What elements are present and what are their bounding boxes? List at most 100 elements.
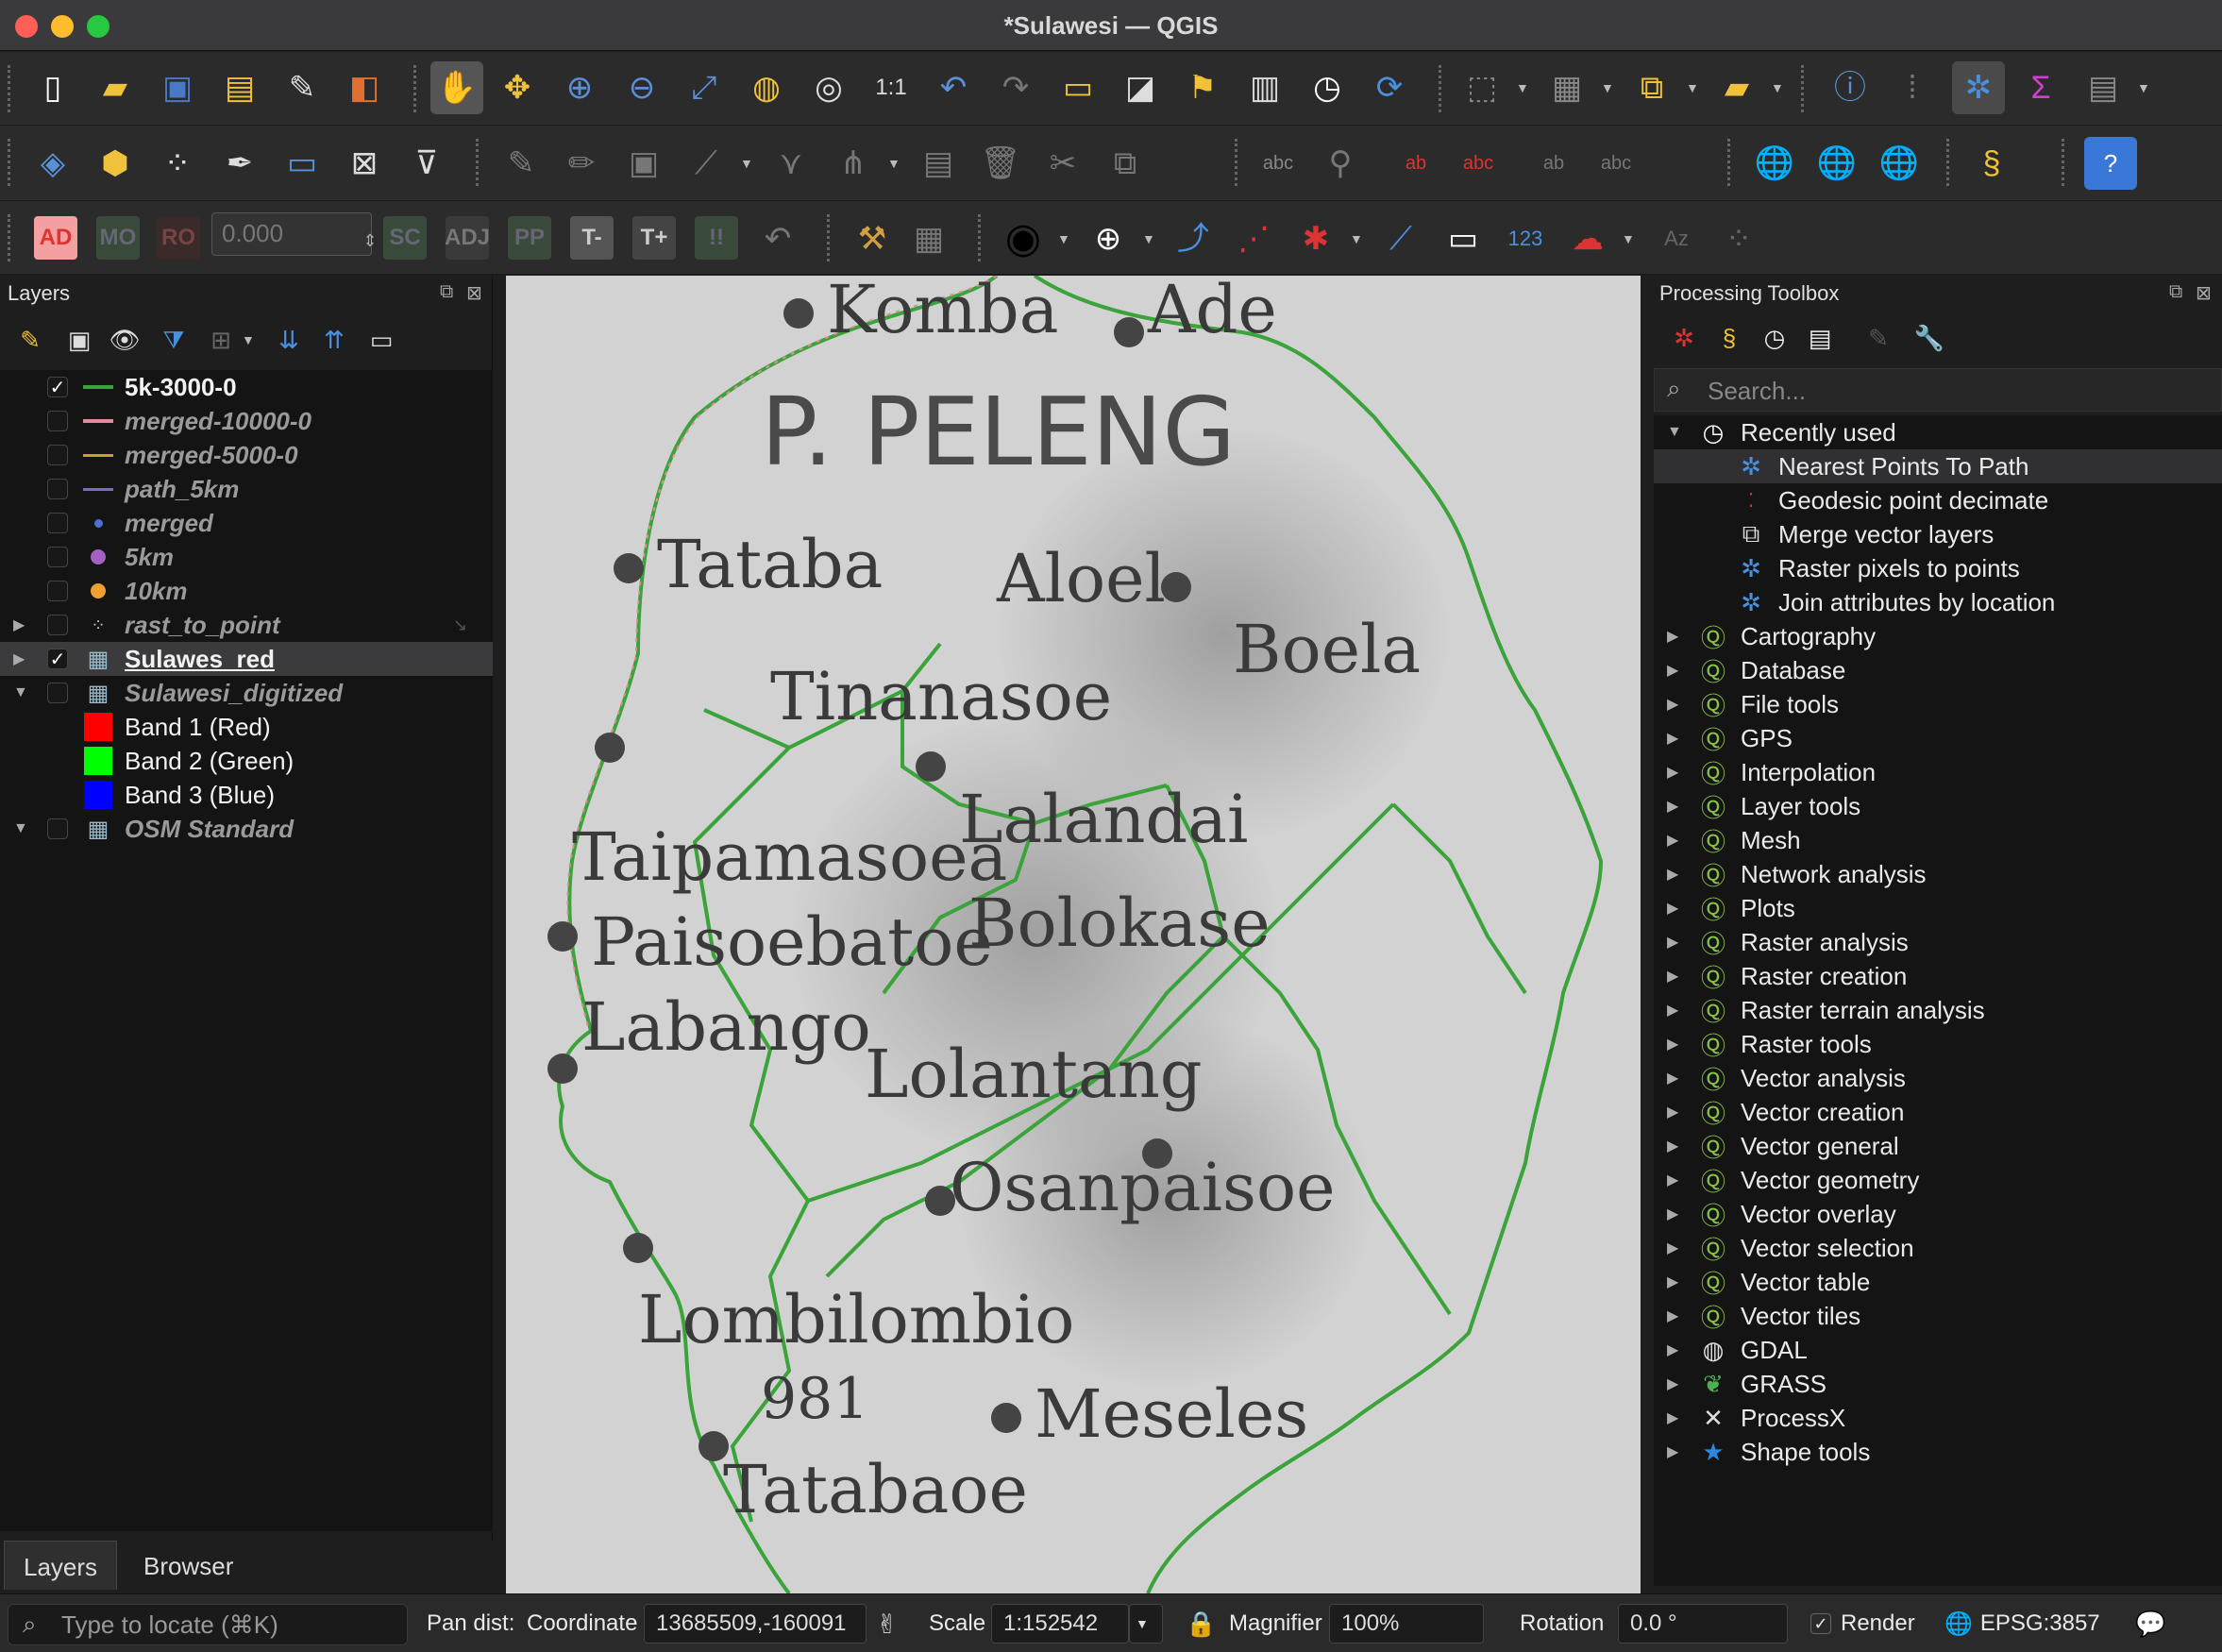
toolbar-grip[interactable] bbox=[1946, 139, 1952, 186]
expand-arrow-icon[interactable]: ▶ bbox=[1667, 967, 1678, 986]
statistics-sum-icon[interactable]: Σ bbox=[2014, 61, 2067, 114]
toolbar-grip[interactable] bbox=[1801, 65, 1807, 112]
rotation-field[interactable]: 0.0 ° bbox=[1618, 1604, 1788, 1644]
toolbar-grip[interactable] bbox=[1439, 65, 1444, 112]
panel-close-icon[interactable]: ⊠ bbox=[2196, 281, 2212, 305]
zoom-last-icon[interactable]: ↶ bbox=[927, 61, 980, 114]
points-line-icon[interactable]: ⋰ bbox=[1227, 212, 1280, 265]
select-features-icon[interactable]: ▰ bbox=[1710, 61, 1763, 114]
chevron-down-icon[interactable]: ▼ bbox=[740, 156, 753, 171]
pan-to-selection-icon[interactable]: ✥ bbox=[491, 61, 544, 114]
ruler-icon[interactable]: ▭ bbox=[1437, 212, 1490, 265]
crs-button[interactable]: 🌐 EPSG:3857 bbox=[1944, 1594, 2100, 1652]
provider-group[interactable]: ▶ Ⓠ Vector geometry bbox=[1654, 1163, 2222, 1197]
provider-group[interactable]: ▶ Ⓠ Vector overlay bbox=[1654, 1197, 2222, 1231]
toolbar-grip[interactable] bbox=[476, 139, 481, 186]
render-checkbox[interactable]: ✓ Render bbox=[1810, 1594, 1915, 1652]
algorithm-item[interactable]: ✲ Nearest Points To Path bbox=[1654, 449, 2222, 483]
film-icon[interactable]: ▦ bbox=[902, 212, 955, 265]
provider-group[interactable]: ▶ Ⓠ Vector creation bbox=[1654, 1095, 2222, 1129]
layer-row-10km[interactable]: 10km bbox=[0, 574, 493, 608]
snapping-toggle-icon[interactable]: SC bbox=[383, 216, 427, 260]
toggle-editing-icon[interactable]: ✏ bbox=[555, 137, 608, 190]
layer-visibility-checkbox[interactable] bbox=[47, 513, 68, 533]
expand-arrow-icon[interactable]: ▶ bbox=[13, 615, 25, 634]
layer-row-merged[interactable]: merged bbox=[0, 506, 493, 540]
deselect-features-icon[interactable]: ⧉ bbox=[1625, 61, 1678, 114]
layer-row-sulawes-red[interactable]: ▶ ✓ ▦ Sulawes_red bbox=[0, 642, 493, 676]
expand-arrow-icon[interactable]: ▶ bbox=[1667, 1374, 1678, 1393]
new-map-view-icon[interactable]: ▭ bbox=[1052, 61, 1104, 114]
locator-search-input[interactable]: Type to locate (⌘K) bbox=[8, 1604, 408, 1645]
parallel-icon[interactable]: !! bbox=[695, 216, 738, 260]
filter-legend-icon[interactable]: ⧩ bbox=[153, 319, 194, 361]
remove-layer-icon[interactable]: ▭ bbox=[361, 319, 402, 361]
label-tool-icon[interactable]: abc bbox=[1252, 137, 1305, 190]
georeferencer-icon[interactable]: ⚒ bbox=[846, 212, 899, 265]
crosshair-icon[interactable]: ⊕ bbox=[1082, 212, 1135, 265]
new-project-icon[interactable]: ▯ bbox=[26, 61, 79, 114]
options-wrench-icon[interactable]: 🔧 bbox=[1909, 317, 1950, 359]
toolbar-grip[interactable] bbox=[8, 139, 13, 186]
undo-icon[interactable]: ↶ bbox=[751, 212, 804, 265]
chevron-down-icon[interactable]: ▼ bbox=[1350, 231, 1363, 246]
measure-distance-icon[interactable]: MO bbox=[96, 216, 140, 260]
layer-row-5k-3000-0[interactable]: ✓ 5k-3000-0 bbox=[0, 370, 493, 404]
zoom-to-selection-icon[interactable]: ◍ bbox=[740, 61, 793, 114]
zoom-full-icon[interactable]: ⤢ bbox=[678, 61, 731, 114]
layer-visibility-checkbox[interactable] bbox=[47, 581, 68, 601]
vertex-edit-icon[interactable]: ✱ bbox=[1289, 212, 1342, 265]
expand-arrow-icon[interactable]: ▶ bbox=[1667, 1239, 1678, 1257]
expand-arrow-icon[interactable]: ▶ bbox=[1667, 627, 1678, 646]
move-label-icon[interactable]: ab bbox=[1527, 137, 1580, 190]
expand-arrow-icon[interactable]: ▶ bbox=[1667, 1442, 1678, 1461]
provider-group[interactable]: ▶ Ⓠ Layer tools bbox=[1654, 789, 2222, 823]
digitize-icon[interactable]: ⟋ bbox=[680, 137, 732, 190]
map-canvas[interactable]: Komba Ade P. PELENG Tataba Aloel Tinanas… bbox=[506, 276, 1641, 1593]
add-wms-layer-icon[interactable]: ▭ bbox=[276, 137, 328, 190]
collapse-arrow-icon[interactable]: ▼ bbox=[13, 684, 28, 701]
expand-arrow-icon[interactable]: ▶ bbox=[1667, 1001, 1678, 1020]
provider-group[interactable]: ▶ Ⓠ Interpolation bbox=[1654, 755, 2222, 789]
provider-group[interactable]: ▶ ★ Shape tools bbox=[1654, 1435, 2222, 1469]
panel-float-icon[interactable]: ⧉ bbox=[440, 281, 453, 303]
save-project-icon[interactable]: ▣ bbox=[151, 61, 204, 114]
chevron-down-icon[interactable]: ▼ bbox=[1686, 80, 1699, 95]
modify-attributes-icon[interactable]: ⋔ bbox=[827, 137, 880, 190]
zoom-to-layer-icon[interactable]: ◎ bbox=[802, 61, 855, 114]
expand-arrow-icon[interactable]: ▶ bbox=[1667, 1306, 1678, 1325]
expand-arrow-icon[interactable]: ▶ bbox=[1667, 1035, 1678, 1054]
zoom-out-icon[interactable]: ⊖ bbox=[615, 61, 668, 114]
python-console-icon[interactable]: § bbox=[1965, 137, 2018, 190]
provider-group[interactable]: ▶ Ⓠ Raster tools bbox=[1654, 1027, 2222, 1061]
expand-arrow-icon[interactable]: ▶ bbox=[1667, 797, 1678, 816]
layer-visibility-checkbox[interactable]: ✓ bbox=[47, 649, 68, 670]
layer-row-rast-to-point[interactable]: ▶ ⁘ rast_to_point ↘ bbox=[0, 608, 493, 642]
provider-group[interactable]: ▶ Ⓠ Raster analysis bbox=[1654, 925, 2222, 959]
open-project-icon[interactable]: ▰ bbox=[89, 61, 142, 114]
chevron-down-icon[interactable]: ▼ bbox=[1142, 231, 1155, 246]
tab-layers[interactable]: Layers bbox=[4, 1541, 118, 1590]
pan-map-icon[interactable]: ✋ bbox=[430, 61, 483, 114]
band-row-green[interactable]: Band 2 (Green) bbox=[0, 744, 493, 778]
show-bookmarks-icon[interactable]: ▥ bbox=[1238, 61, 1291, 114]
attribute-table-icon[interactable]: ▤ bbox=[2077, 61, 2129, 114]
chevron-down-icon[interactable]: ▼ bbox=[242, 332, 255, 347]
toolbar-grip[interactable] bbox=[2062, 139, 2067, 186]
provider-group[interactable]: ▶ Ⓠ File tools bbox=[1654, 687, 2222, 721]
expand-arrow-icon[interactable]: ▶ bbox=[1667, 1408, 1678, 1427]
add-group-icon[interactable]: ▣ bbox=[59, 319, 100, 361]
algorithm-item[interactable]: ⁚ Geodesic point decimate bbox=[1654, 483, 2222, 517]
expand-arrow-icon[interactable]: ▶ bbox=[1667, 763, 1678, 782]
models-icon[interactable]: ✲ bbox=[1663, 317, 1705, 359]
provider-group[interactable]: ▶ Ⓠ Cartography bbox=[1654, 619, 2222, 653]
provider-group[interactable]: ▶ Ⓠ Mesh bbox=[1654, 823, 2222, 857]
filter-expression-icon[interactable]: ⊞ bbox=[200, 319, 242, 361]
adjust-icon[interactable]: ADJ bbox=[445, 216, 490, 260]
zoom-next-icon[interactable]: ↷ bbox=[989, 61, 1042, 114]
provider-group[interactable]: ▶ Ⓠ Plots bbox=[1654, 891, 2222, 925]
toolbar-grip[interactable] bbox=[1235, 139, 1240, 186]
expand-all-icon[interactable]: ⇊ bbox=[268, 319, 310, 361]
layer-indicator-icon[interactable]: ↘ bbox=[453, 615, 467, 635]
history-icon[interactable]: ◷ bbox=[1754, 317, 1795, 359]
